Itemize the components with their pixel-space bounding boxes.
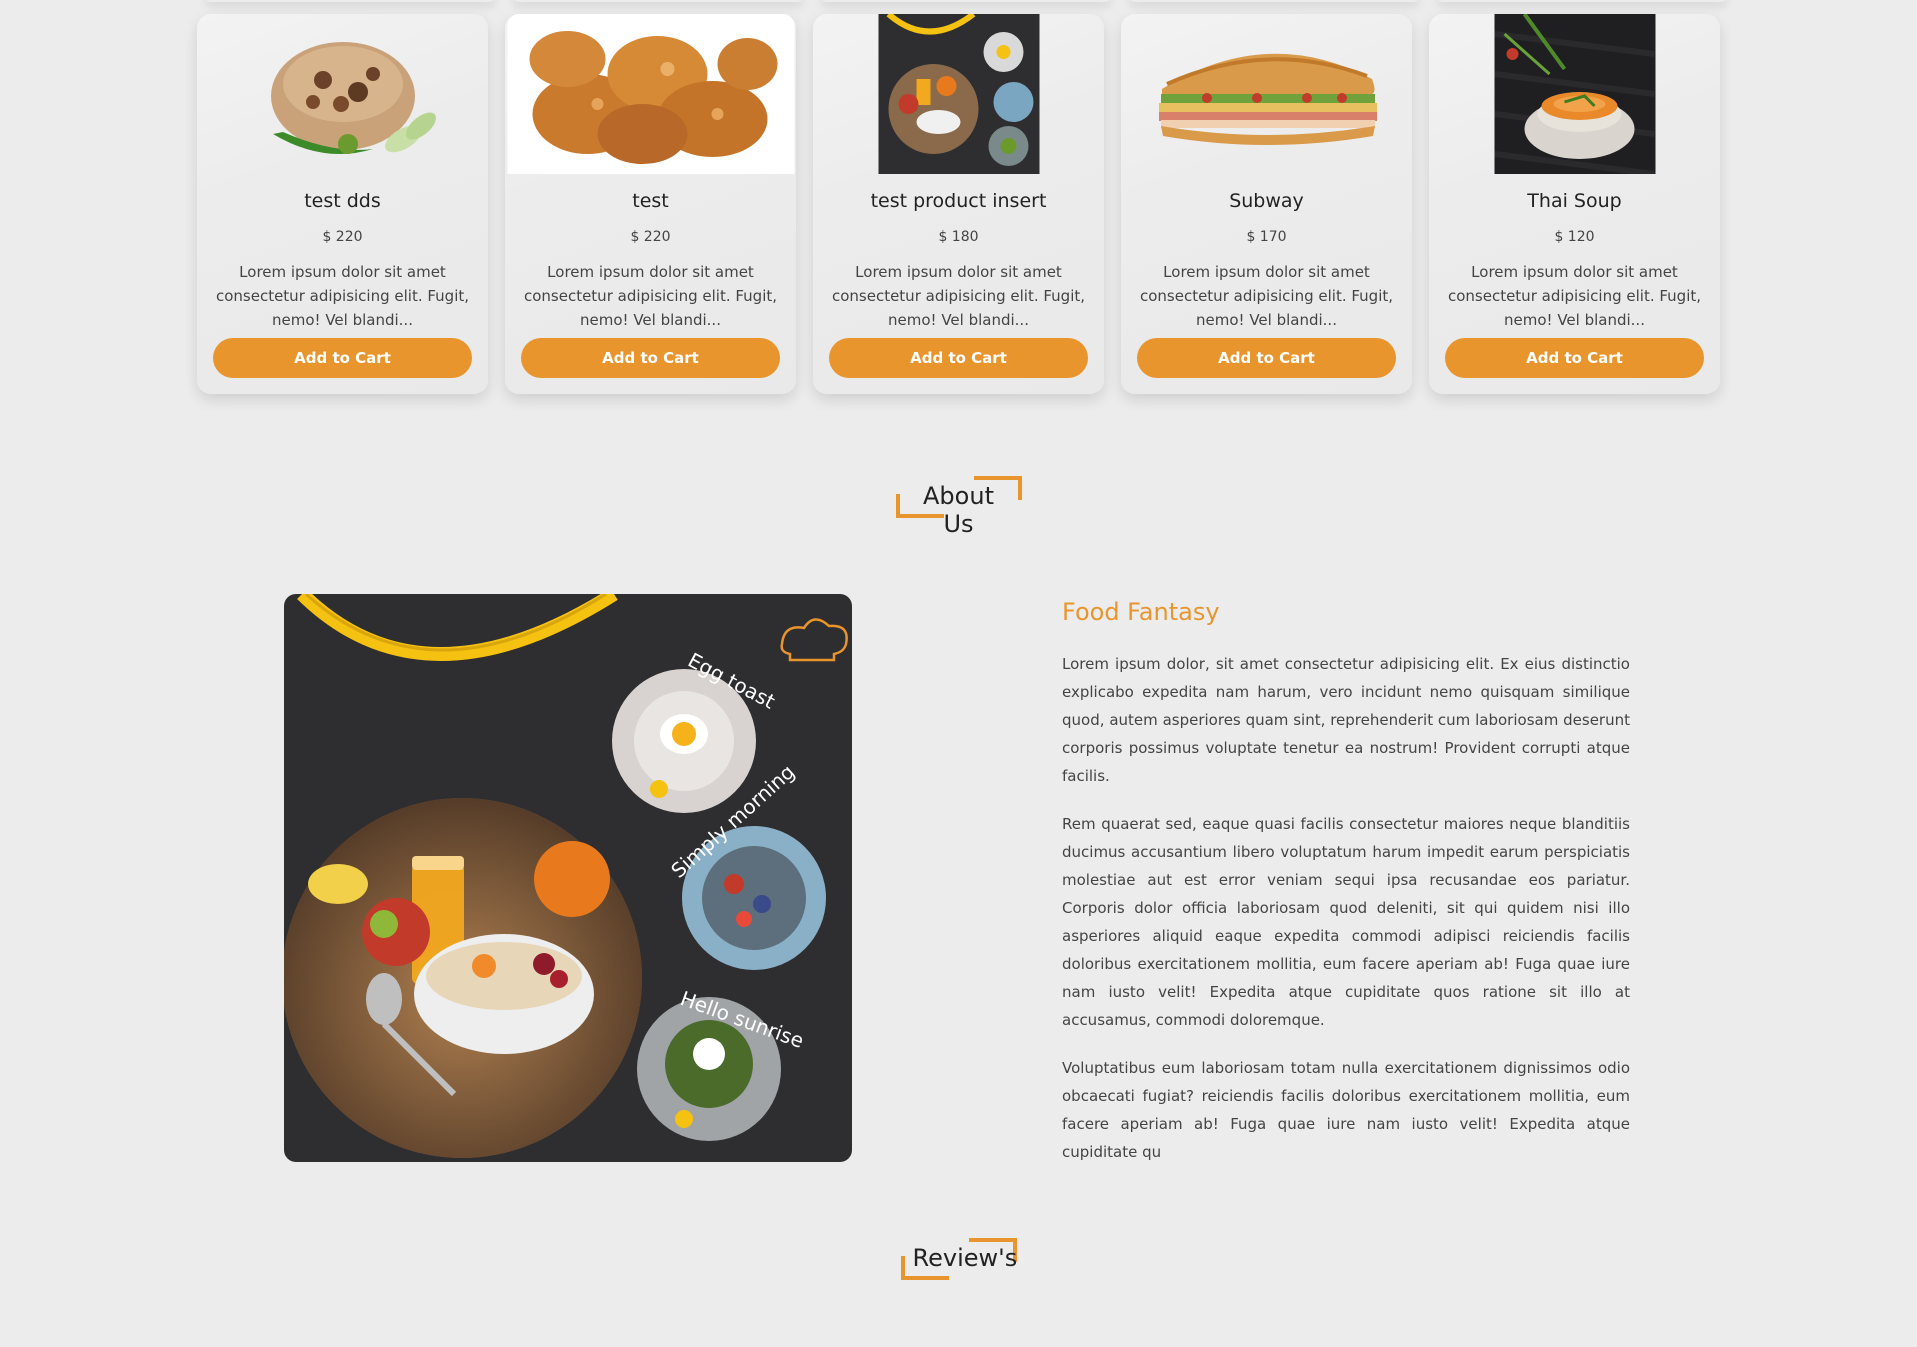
rice-pilaf-image [223, 14, 463, 174]
product-name: test [632, 190, 669, 212]
fried-chicken-image [507, 14, 794, 174]
product-price: $ 220 [322, 229, 363, 245]
product-description: Lorem ipsum dolor sit amet consectetur a… [523, 263, 778, 329]
breakfast-poster-image [878, 14, 1039, 174]
product-description: Lorem ipsum dolor sit amet consectetur a… [1139, 263, 1394, 329]
add-to-cart-button[interactable]: Add to Cart [1137, 338, 1396, 378]
product-description: Lorem ipsum dolor sit amet consectetur a… [215, 263, 470, 329]
reviews-heading-text: Review's [912, 1244, 1018, 1272]
product-name: test dds [304, 190, 381, 212]
thai-soup-image [1494, 14, 1655, 174]
previous-cards-row [197, 0, 1727, 6]
about-paragraph: Rem quaerat sed, eaque quasi facilis con… [1062, 815, 1630, 1029]
product-description: Lorem ipsum dolor sit amet consectetur a… [831, 263, 1086, 329]
product-price: $ 220 [630, 229, 671, 245]
about-content: Food Fantasy Lorem ipsum dolor, sit amet… [1062, 594, 1630, 1166]
add-to-cart-button[interactable]: Add to Cart [521, 338, 780, 378]
product-name: test product insert [870, 190, 1047, 212]
about-heading: About Us [0, 476, 1917, 538]
product-description: Lorem ipsum dolor sit amet consectetur a… [1447, 263, 1702, 329]
product-price: $ 170 [1246, 229, 1287, 245]
product-name: Subway [1229, 190, 1304, 212]
about-paragraph: Lorem ipsum dolor, sit amet consectetur … [1062, 655, 1630, 785]
product-card: Subway $ 170 Lorem ipsum dolor sit amet … [1121, 14, 1412, 394]
product-card: test product insert $ 180 Lorem ipsum do… [813, 14, 1104, 394]
about-poster-image: Egg toast Simply morning Hello sunrise [284, 594, 852, 1162]
product-price: $ 120 [1554, 229, 1595, 245]
sub-sandwich-image [1137, 14, 1397, 174]
product-card: Thai Soup $ 120 Lorem ipsum dolor sit am… [1429, 14, 1720, 394]
product-card: test dds $ 220 Lorem ipsum dolor sit ame… [197, 14, 488, 394]
product-name: Thai Soup [1527, 190, 1622, 212]
add-to-cart-button[interactable]: Add to Cart [1445, 338, 1704, 378]
product-card: test $ 220 Lorem ipsum dolor sit amet co… [505, 14, 796, 394]
about-paragraph: Voluptatibus eum laboriosam totam nulla … [1062, 1059, 1630, 1161]
add-to-cart-button[interactable]: Add to Cart [829, 338, 1088, 378]
about-title: Food Fantasy [1062, 598, 1220, 626]
reviews-heading: Review's [0, 1238, 1917, 1280]
product-price: $ 180 [938, 229, 979, 245]
add-to-cart-button[interactable]: Add to Cart [213, 338, 472, 378]
product-cards: test dds $ 220 Lorem ipsum dolor sit ame… [197, 14, 1720, 394]
